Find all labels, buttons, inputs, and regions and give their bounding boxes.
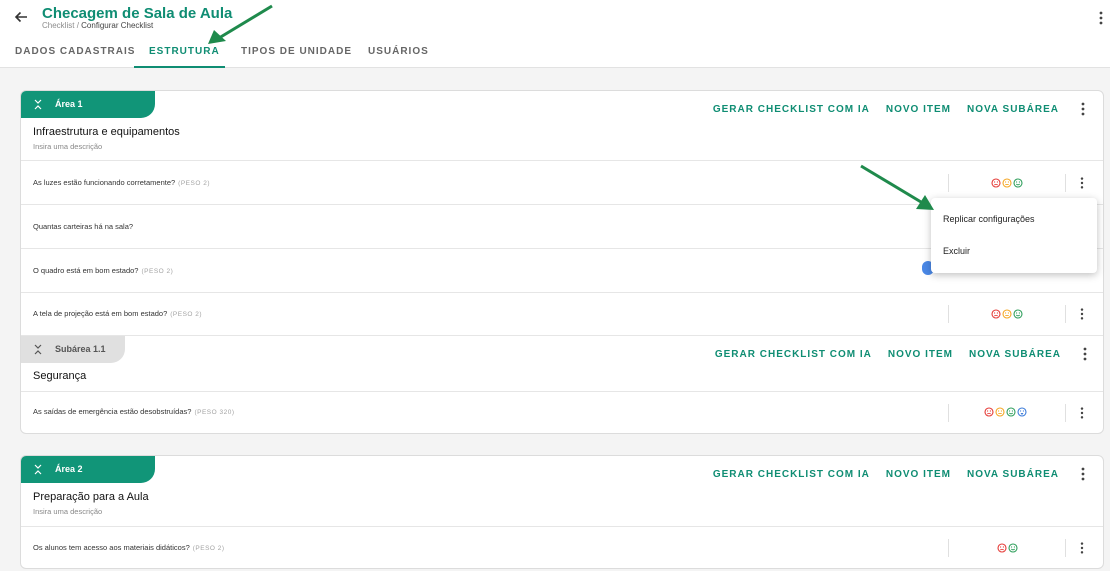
subarea-section: Subárea 1.1 GERAR CHECKLIST COM IA NOVO … bbox=[21, 335, 1103, 433]
new-subarea-button[interactable]: NOVA SUBÁREA bbox=[967, 104, 1059, 115]
happy-face-icon bbox=[1006, 407, 1016, 417]
subarea-label: Subárea 1.1 bbox=[55, 344, 106, 354]
weight-label: (PESO 2) bbox=[192, 545, 225, 552]
answer-scale bbox=[997, 543, 1018, 553]
breadcrumb-parent[interactable]: Checklist bbox=[42, 21, 74, 30]
breadcrumb-current: Configurar Checklist bbox=[81, 21, 154, 30]
checklist-item-row[interactable]: As saídas de emergência estão desobstruí… bbox=[21, 391, 1103, 433]
question-text: O quadro está em bom estado? bbox=[33, 266, 139, 275]
question-text: As saídas de emergência estão desobstruí… bbox=[33, 407, 192, 416]
divider bbox=[1065, 404, 1066, 422]
new-item-button[interactable]: NOVO ITEM bbox=[886, 469, 951, 480]
item-context-menu: Replicar configurações Excluir bbox=[931, 198, 1097, 273]
question-text: A tela de projeção está em bom estado? bbox=[33, 309, 168, 318]
tab-dados-cadastrais[interactable]: DADOS CADASTRAIS bbox=[15, 46, 135, 57]
generate-checklist-ai-button[interactable]: GERAR CHECKLIST COM IA bbox=[713, 104, 870, 115]
sad-face-icon bbox=[997, 543, 1007, 553]
answer-scale bbox=[984, 407, 1027, 417]
replicate-config-menu-item[interactable]: Replicar configurações bbox=[943, 214, 1035, 224]
item-more-icon[interactable] bbox=[1077, 406, 1087, 420]
active-tab-indicator bbox=[134, 66, 225, 68]
collapse-icon[interactable] bbox=[33, 463, 43, 476]
breadcrumb-separator: / bbox=[76, 21, 79, 30]
area-card-2: Área 2 GERAR CHECKLIST COM IA NOVO ITEM … bbox=[20, 455, 1104, 569]
happy-face-icon bbox=[1013, 178, 1023, 188]
item-more-icon[interactable] bbox=[1077, 541, 1087, 555]
very-happy-face-icon bbox=[1017, 407, 1027, 417]
collapse-icon[interactable] bbox=[33, 343, 43, 356]
happy-face-icon bbox=[1013, 309, 1023, 319]
area-description[interactable]: Insira uma descrição bbox=[33, 142, 102, 151]
area-more-icon[interactable] bbox=[1071, 466, 1095, 482]
subarea-badge[interactable]: Subárea 1.1 bbox=[21, 336, 125, 363]
more-options-icon[interactable] bbox=[1096, 10, 1106, 26]
area-badge[interactable]: Área 1 bbox=[21, 91, 155, 118]
checklist-item-row[interactable]: Os alunos tem acesso aos materiais didát… bbox=[21, 526, 1103, 568]
sad-face-icon bbox=[991, 178, 1001, 188]
tab-tipos-de-unidade[interactable]: TIPOS DE UNIDADE bbox=[241, 46, 352, 57]
subarea-more-icon[interactable] bbox=[1073, 346, 1097, 362]
weight-label: (PESO 320) bbox=[194, 409, 235, 416]
collapse-icon[interactable] bbox=[33, 98, 43, 111]
area-title[interactable]: Preparação para a Aula bbox=[33, 491, 149, 503]
question-text: Quantas carteiras há na sala? bbox=[33, 222, 134, 231]
divider bbox=[948, 305, 949, 323]
back-arrow-icon[interactable] bbox=[12, 8, 30, 26]
item-more-icon[interactable] bbox=[1077, 176, 1087, 190]
delete-menu-item[interactable]: Excluir bbox=[943, 246, 970, 256]
sad-face-icon bbox=[984, 407, 994, 417]
page-title: Checagem de Sala de Aula bbox=[42, 5, 233, 22]
top-bar: Checagem de Sala de Aula Checklist / Con… bbox=[0, 0, 1110, 68]
area-more-icon[interactable] bbox=[1071, 101, 1095, 117]
area-title[interactable]: Infraestrutura e equipamentos bbox=[33, 126, 180, 138]
area-label: Área 1 bbox=[55, 99, 83, 109]
divider bbox=[948, 539, 949, 557]
neutral-face-icon bbox=[995, 407, 1005, 417]
neutral-face-icon bbox=[1002, 178, 1012, 188]
divider bbox=[1065, 305, 1066, 323]
generate-checklist-ai-button[interactable]: GERAR CHECKLIST COM IA bbox=[715, 349, 872, 360]
happy-face-icon bbox=[1008, 543, 1018, 553]
new-item-button[interactable]: NOVO ITEM bbox=[886, 104, 951, 115]
question-text: As luzes estão funcionando corretamente? bbox=[33, 178, 176, 187]
subarea-title[interactable]: Segurança bbox=[33, 370, 86, 382]
area-description[interactable]: Insira uma descrição bbox=[33, 507, 102, 516]
new-subarea-button[interactable]: NOVA SUBÁREA bbox=[967, 469, 1059, 480]
answer-scale bbox=[991, 178, 1023, 188]
weight-label: (PESO 2) bbox=[170, 311, 203, 318]
area-badge[interactable]: Área 2 bbox=[21, 456, 155, 483]
checklist-item-row[interactable]: A tela de projeção está em bom estado? (P… bbox=[21, 292, 1103, 335]
tab-estrutura[interactable]: ESTRUTURA bbox=[149, 46, 220, 57]
new-subarea-button[interactable]: NOVA SUBÁREA bbox=[969, 349, 1061, 360]
weight-label: (PESO 2) bbox=[178, 180, 210, 187]
sad-face-icon bbox=[991, 309, 1001, 319]
divider bbox=[1065, 539, 1066, 557]
answer-scale bbox=[991, 309, 1023, 319]
tab-usuarios[interactable]: USUÁRIOS bbox=[368, 46, 429, 57]
neutral-face-icon bbox=[1002, 309, 1012, 319]
weight-label: (PESO 2) bbox=[141, 268, 174, 275]
breadcrumb: Checklist / Configurar Checklist bbox=[42, 21, 153, 30]
divider bbox=[1065, 174, 1066, 192]
area-label: Área 2 bbox=[55, 464, 83, 474]
divider bbox=[948, 404, 949, 422]
divider bbox=[948, 174, 949, 192]
item-more-icon[interactable] bbox=[1077, 307, 1087, 321]
question-text: Os alunos tem acesso aos materiais didát… bbox=[33, 543, 190, 552]
new-item-button[interactable]: NOVO ITEM bbox=[888, 349, 953, 360]
generate-checklist-ai-button[interactable]: GERAR CHECKLIST COM IA bbox=[713, 469, 870, 480]
